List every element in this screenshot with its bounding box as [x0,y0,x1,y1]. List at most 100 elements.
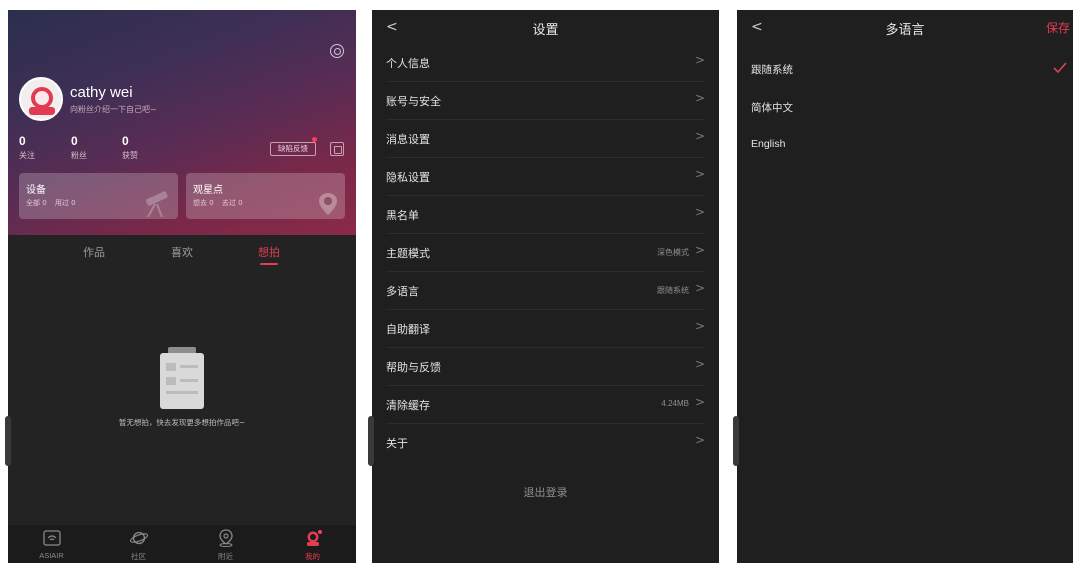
settings-screen: < 设置 个人信息 > 账号与安全 > 消息设置 > 隐私设置 > 黑名单 > … [372,10,719,563]
settings-row-clear-cache[interactable]: 清除缓存 4.24MB > [386,386,705,424]
nav-nearby-label: 附近 [218,552,233,561]
settings-row-blacklist[interactable]: 黑名单 > [386,196,705,234]
language-screen: < 多语言 保存 跟随系统 简体中文 English [737,10,1073,563]
row-label: 消息设置 [386,133,430,146]
edit-profile-icon[interactable] [330,142,344,156]
row-label: 帮助与反馈 [386,361,441,374]
stat-likes-value: 0 [122,134,129,148]
language-value: 跟随系统 [657,286,689,295]
stat-followers-value: 0 [71,134,78,148]
profile-header: cathy wei 向粉丝介绍一下自己吧~ 0 关注 0 粉丝 0 获赞 缺陷反… [8,10,356,235]
language-topbar: < 多语言 保存 [737,10,1073,46]
user-name[interactable]: cathy wei [70,84,133,101]
nav-me[interactable]: 我的 [269,525,356,563]
equipment-used-count: 用过 0 [54,199,76,207]
settings-row-personal-info[interactable]: 个人信息 > [386,44,705,82]
stargazing-want-count: 想去 0 [193,199,214,207]
empty-clipboard-icon [160,347,204,409]
side-handle [5,416,11,466]
stat-following-label: 关注 [19,151,35,160]
nav-nearby[interactable]: 附近 [182,525,269,563]
tab-likes[interactable]: 喜欢 [152,244,212,260]
settings-topbar: < 设置 [372,10,719,46]
settings-row-help-feedback[interactable]: 帮助与反馈 > [386,348,705,386]
settings-row-language[interactable]: 多语言 跟随系统 > [386,272,705,310]
stargazing-card-title: 观星点 [193,185,223,196]
location-icon [219,529,233,547]
nav-community[interactable]: 社区 [95,525,182,563]
wifi-router-icon [43,530,61,546]
page-title: 设置 [532,23,559,38]
settings-row-self-translation[interactable]: 自助翻译 > [386,310,705,348]
user-bio[interactable]: 向粉丝介绍一下自己吧~ [70,104,157,115]
checkmark-icon [1053,62,1067,74]
row-label: 隐私设置 [386,171,430,184]
side-handle [733,416,739,466]
planet-icon [129,531,149,545]
row-label: 主题模式 [386,247,430,260]
bottom-navigation: ASIAIR 社区 附近 我的 [8,525,356,563]
equipment-all-count: 全部 0 [26,199,47,207]
chevron-right-icon: > [694,91,705,105]
location-pin-icon [319,193,337,215]
settings-row-about[interactable]: 关于 > [386,424,705,462]
active-tab-indicator [260,263,278,265]
stat-following[interactable]: 0 关注 [19,134,59,161]
equipment-card-title: 设备 [26,185,46,196]
stat-likes[interactable]: 0 获赞 [122,134,162,161]
feedback-button[interactable]: 缺陷反馈 [270,142,316,156]
stargazing-card-stats: 想去 0 去过 0 [193,198,249,208]
equipment-card[interactable]: 设备 全部 0 用过 0 [19,173,178,219]
stat-likes-label: 获赞 [122,151,138,160]
chevron-right-icon: > [694,205,705,219]
chevron-right-icon: > [694,395,705,409]
row-label: 自助翻译 [386,323,430,336]
astronaut-icon [307,530,322,546]
side-handle [368,416,374,466]
settings-row-privacy[interactable]: 隐私设置 > [386,158,705,196]
equipment-card-stats: 全部 0 用过 0 [26,198,82,208]
language-option-follow-system[interactable]: 跟随系统 [751,62,793,77]
chevron-right-icon: > [694,281,705,295]
language-option-english[interactable]: English [751,138,785,150]
nav-community-label: 社区 [131,552,146,561]
page-title: 多语言 [885,23,925,38]
settings-row-notifications[interactable]: 消息设置 > [386,120,705,158]
chevron-right-icon: > [694,53,705,67]
stat-following-value: 0 [19,134,26,148]
stat-followers[interactable]: 0 粉丝 [71,134,111,161]
settings-row-account-security[interactable]: 账号与安全 > [386,82,705,120]
stat-followers-label: 粉丝 [71,151,87,160]
settings-row-theme[interactable]: 主题模式 深色模式 > [386,234,705,272]
save-button[interactable]: 保存 [1046,19,1070,36]
profile-screen: cathy wei 向粉丝介绍一下自己吧~ 0 关注 0 粉丝 0 获赞 缺陷反… [8,10,356,563]
stargazing-spot-card[interactable]: 观星点 想去 0 去过 0 [186,173,345,219]
chevron-right-icon: > [694,243,705,257]
nav-asiair-label: ASIAIR [39,551,64,560]
chevron-right-icon: > [694,319,705,333]
empty-state-text: 暂无想拍，快去发现更多想拍作品吧~ [118,418,246,427]
nav-me-label: 我的 [305,552,320,561]
stargazing-visited-count: 去过 0 [221,199,243,207]
telescope-icon [145,191,168,217]
astronaut-helmet-icon [31,87,53,109]
row-label: 个人信息 [386,57,430,70]
theme-value: 深色模式 [657,248,689,257]
content-tabs-area: 作品 喜欢 想拍 暂无想拍，快去发现更多想拍作品吧~ [8,235,356,525]
chevron-right-icon: > [694,167,705,181]
logout-button[interactable]: 退出登录 [372,484,719,500]
chevron-right-icon: > [694,433,705,447]
tab-works[interactable]: 作品 [64,244,124,260]
row-label: 黑名单 [386,209,419,222]
tab-want-to-shoot[interactable]: 想拍 [239,244,299,260]
row-label: 账号与安全 [386,95,441,108]
settings-icon[interactable] [330,44,344,58]
astronaut-body-icon [29,107,55,115]
nav-asiair[interactable]: ASIAIR [8,525,95,563]
chevron-right-icon: > [694,129,705,143]
avatar[interactable] [19,77,63,121]
notification-dot [312,137,317,142]
row-label: 关于 [386,437,408,450]
chevron-right-icon: > [694,357,705,371]
language-option-simplified-chinese[interactable]: 简体中文 [751,100,793,115]
